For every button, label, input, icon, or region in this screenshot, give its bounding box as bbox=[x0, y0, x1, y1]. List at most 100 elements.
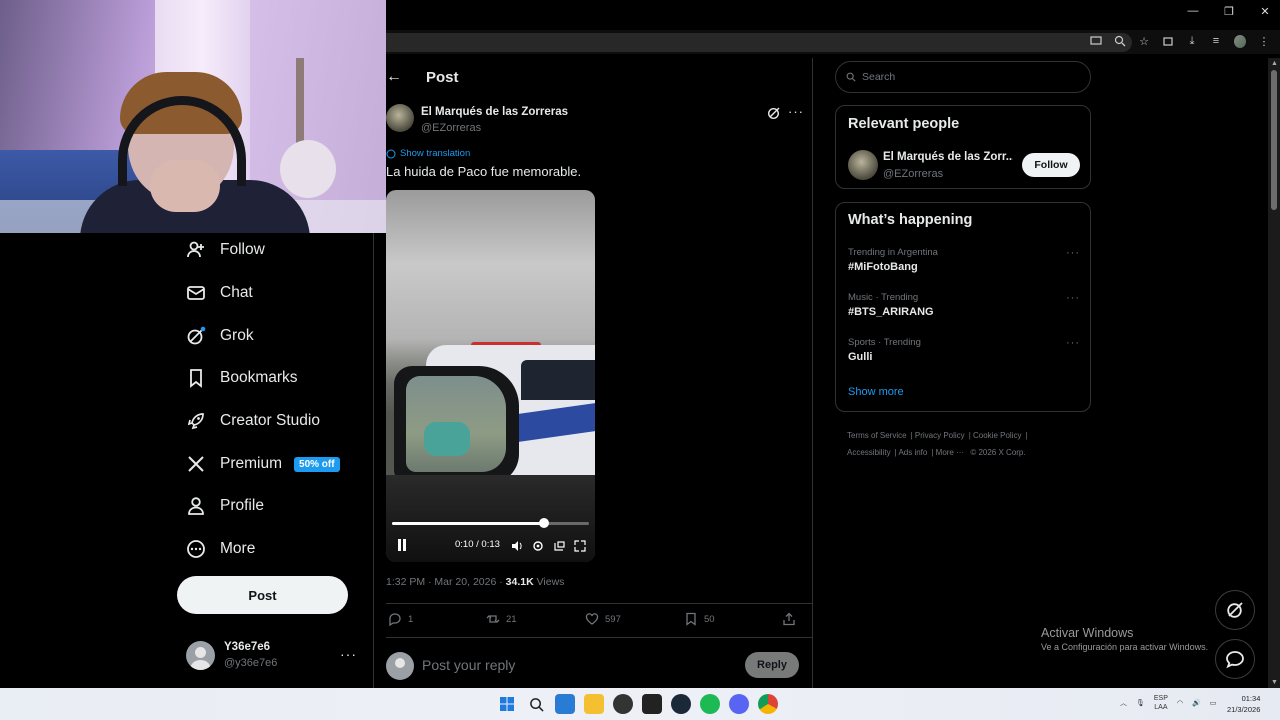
pause-icon[interactable] bbox=[396, 539, 408, 551]
reply-avatar bbox=[386, 652, 414, 680]
discord-icon[interactable] bbox=[729, 694, 749, 714]
like-action[interactable]: 597 bbox=[585, 612, 621, 626]
trend-item[interactable]: Trending in Argentina #MiFotoBang ··· bbox=[848, 247, 1080, 279]
media-icon[interactable]: ≡ bbox=[1210, 34, 1222, 48]
back-arrow-icon[interactable]: ← bbox=[386, 68, 402, 86]
extensions-icon[interactable] bbox=[1162, 34, 1174, 48]
battery-icon[interactable]: ▭ bbox=[1210, 699, 1217, 707]
footer-link[interactable]: Cookie Policy bbox=[973, 431, 1021, 440]
relevant-name[interactable]: El Marqués de las Zorr... bbox=[883, 151, 1013, 163]
left-divider bbox=[373, 233, 374, 688]
share-action[interactable] bbox=[782, 612, 796, 626]
downloads-icon[interactable]: ⤓ bbox=[1186, 34, 1198, 48]
language-indicator[interactable]: ESP LAA bbox=[1154, 694, 1168, 712]
language-code: ESP bbox=[1153, 695, 1168, 702]
epic-games-icon[interactable] bbox=[642, 694, 662, 714]
video-player[interactable]: 0:10 / 0:13 bbox=[386, 190, 595, 562]
search-icon bbox=[846, 72, 856, 82]
author-handle[interactable]: @EZorreras bbox=[421, 122, 481, 134]
fullscreen-icon[interactable] bbox=[573, 539, 586, 552]
speaker-icon[interactable]: 🔊 bbox=[1192, 699, 1201, 707]
bookmark-action[interactable]: 50 bbox=[684, 612, 715, 626]
store-app-icon[interactable] bbox=[555, 694, 575, 714]
video-scrubber-handle[interactable] bbox=[538, 518, 549, 528]
restore-icon[interactable]: ❐ bbox=[1222, 5, 1236, 18]
footer-link[interactable]: Privacy Policy bbox=[915, 431, 965, 440]
steam-icon[interactable] bbox=[671, 694, 691, 714]
show-more-link[interactable]: Show more bbox=[848, 386, 904, 398]
volume-icon[interactable] bbox=[510, 539, 523, 552]
relevant-handle[interactable]: @EZorreras bbox=[883, 168, 943, 180]
reply-input[interactable]: Post your reply bbox=[422, 657, 515, 673]
pip-icon[interactable] bbox=[552, 539, 565, 552]
browser-menu-icon[interactable]: ⋮ bbox=[1258, 34, 1270, 48]
tray-chevron-icon[interactable]: ︿ bbox=[1120, 698, 1127, 708]
trend-more-icon[interactable]: ··· bbox=[1066, 337, 1080, 349]
trend-item[interactable]: Music · Trending #BTS_ARIRANG ··· bbox=[848, 292, 1080, 324]
install-app-icon[interactable] bbox=[1090, 34, 1102, 48]
microphone-icon[interactable]: 🎙 bbox=[1136, 699, 1145, 707]
address-bar[interactable] bbox=[386, 33, 1132, 52]
search-placeholder: Search bbox=[862, 71, 896, 83]
account-switcher[interactable]: Y36e7e6 @y36e7e6 ··· bbox=[186, 640, 361, 672]
wifi-icon[interactable]: ◠ bbox=[1177, 699, 1183, 707]
nav-item-profile[interactable]: Profile bbox=[186, 491, 264, 521]
file-explorer-icon[interactable] bbox=[584, 694, 604, 714]
show-translation-link[interactable]: Show translation bbox=[386, 148, 470, 159]
reply-action[interactable]: 1 bbox=[388, 612, 413, 626]
activate-title: Activar Windows bbox=[1041, 626, 1134, 640]
messages-fab-button[interactable] bbox=[1215, 639, 1255, 679]
follow-button[interactable]: Follow bbox=[1022, 153, 1080, 177]
scrollbar-thumb[interactable] bbox=[1271, 70, 1277, 210]
post-button[interactable]: Post bbox=[177, 576, 348, 614]
search-input[interactable]: Search bbox=[835, 61, 1091, 93]
author-avatar[interactable] bbox=[386, 104, 414, 132]
taskbar-clock[interactable]: 01:34 21/3/2026 bbox=[1227, 693, 1260, 715]
page-scrollbar[interactable]: ▲ ▼ bbox=[1268, 58, 1280, 688]
trend-more-icon[interactable]: ··· bbox=[1066, 247, 1080, 259]
message-bubble-icon bbox=[1226, 651, 1244, 669]
nav-label: More bbox=[220, 540, 256, 557]
minimize-icon[interactable]: — bbox=[1186, 5, 1200, 18]
app-icon[interactable] bbox=[613, 694, 633, 714]
divider bbox=[386, 637, 812, 638]
keyboard-layout: LAA bbox=[1154, 704, 1168, 711]
bookmark-star-icon[interactable]: ☆ bbox=[1138, 34, 1150, 48]
reply-button[interactable]: Reply bbox=[745, 652, 799, 678]
chrome-icon[interactable] bbox=[758, 694, 778, 714]
scroll-down-icon[interactable]: ▼ bbox=[1271, 679, 1278, 686]
footer-link[interactable]: Ads info bbox=[898, 448, 927, 457]
taskbar-search-icon[interactable] bbox=[526, 694, 546, 714]
nav-item-follow[interactable]: Follow bbox=[186, 235, 265, 265]
post-more-icon[interactable]: ··· bbox=[788, 104, 804, 119]
nav-item-more[interactable]: More bbox=[186, 534, 255, 564]
nav-item-chat[interactable]: Chat bbox=[186, 278, 253, 308]
nav-item-bookmarks[interactable]: Bookmarks bbox=[186, 363, 298, 393]
scroll-up-icon[interactable]: ▲ bbox=[1271, 60, 1278, 67]
repost-action[interactable]: 21 bbox=[486, 612, 517, 626]
footer-link[interactable]: Accessibility bbox=[847, 448, 891, 457]
close-icon[interactable]: ✕ bbox=[1258, 5, 1272, 18]
grok-fab-button[interactable] bbox=[1215, 590, 1255, 630]
trend-more-icon[interactable]: ··· bbox=[1066, 292, 1080, 304]
nav-label: Premium bbox=[220, 455, 283, 472]
nav-item-grok[interactable]: Grok bbox=[186, 321, 254, 351]
zoom-icon[interactable] bbox=[1114, 34, 1126, 48]
grok-explain-icon[interactable] bbox=[767, 106, 781, 120]
account-more-icon[interactable]: ··· bbox=[340, 646, 357, 662]
profile-avatar-icon[interactable] bbox=[1234, 34, 1246, 48]
settings-gear-icon[interactable] bbox=[531, 539, 544, 552]
spotify-icon[interactable] bbox=[700, 694, 720, 714]
video-progress-bar[interactable] bbox=[392, 518, 589, 528]
post-timestamp[interactable]: 1:32 PM · Mar 20, 2026 · bbox=[386, 576, 506, 588]
clock-time: 01:34 bbox=[1241, 694, 1261, 703]
nav-item-creator-studio[interactable]: Creator Studio bbox=[186, 406, 320, 436]
footer-link[interactable]: More ··· bbox=[936, 448, 964, 457]
nav-item-premium[interactable]: Premium 50% off bbox=[186, 449, 340, 479]
trend-item[interactable]: Sports · Trending Gulli ··· bbox=[848, 337, 1080, 369]
relevant-avatar[interactable] bbox=[848, 150, 878, 180]
views-count: 34.1K bbox=[505, 576, 534, 588]
author-name[interactable]: El Marqués de las Zorreras bbox=[421, 106, 568, 118]
footer-link[interactable]: Terms of Service bbox=[847, 431, 907, 440]
windows-start-icon[interactable] bbox=[497, 694, 517, 714]
